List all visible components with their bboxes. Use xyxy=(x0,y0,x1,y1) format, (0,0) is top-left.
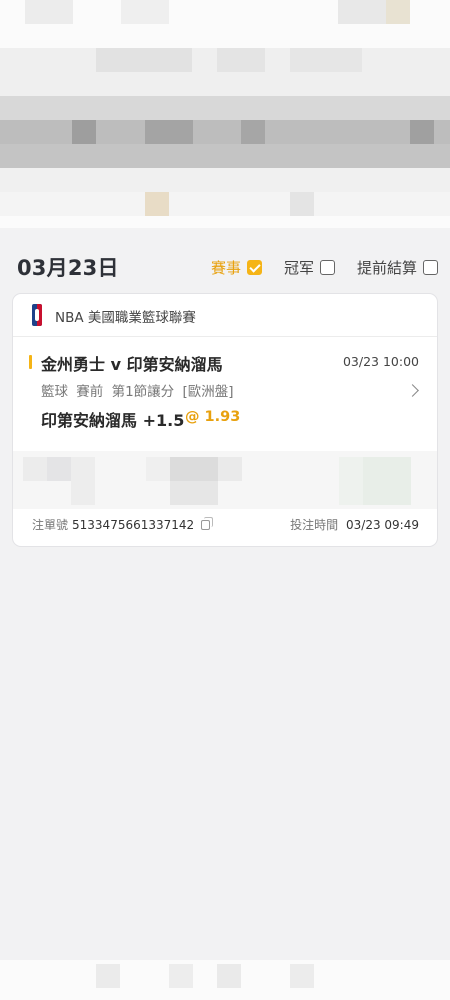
ticket-label: 注單號 xyxy=(32,518,69,532)
filter-group: 賽事 冠军 提前結算 xyxy=(189,257,438,278)
filter-cashout-label: 提前結算 xyxy=(356,259,417,277)
bet-card[interactable]: NBA 美國職業籃球聯賽 金州勇士 v 印第安納溜馬 03/23 10:00 籃… xyxy=(12,293,438,547)
checkbox-icon[interactable] xyxy=(423,260,438,275)
copy-icon[interactable] xyxy=(201,516,214,530)
match-marker xyxy=(29,355,32,369)
date-title: 03月23日 xyxy=(17,256,119,280)
bet-time-row: 投注時間 03/23 09:49 xyxy=(290,516,419,533)
ticket-number-row: 注單號 5133475661337142 xyxy=(32,516,214,533)
redacted-bottom-bar xyxy=(0,960,450,1000)
filter-events-label: 賽事 xyxy=(210,259,241,277)
nba-logo-icon xyxy=(32,304,42,326)
filter-cashout[interactable]: 提前結算 xyxy=(357,257,438,278)
checkbox-checked-icon[interactable] xyxy=(246,260,262,275)
bet-time-label: 投注時間 xyxy=(290,518,339,532)
checkbox-icon[interactable] xyxy=(319,260,335,275)
date-row: 03月23日 賽事 冠军 提前結算 xyxy=(0,246,450,286)
chevron-right-icon[interactable] xyxy=(406,384,419,397)
league-name: NBA 美國職業籃球聯賽 xyxy=(55,310,196,326)
bet-pick: 印第安納溜馬 +1.5 xyxy=(41,411,185,430)
bet-time-value: 03/23 09:49 xyxy=(346,518,419,532)
league-row: NBA 美國職業籃球聯賽 xyxy=(13,294,437,337)
redacted-banner xyxy=(0,0,450,228)
ticket-number: 5133475661337142 xyxy=(72,517,195,532)
filter-events[interactable]: 賽事 xyxy=(211,257,262,278)
redacted-amounts xyxy=(13,451,437,509)
bet-detail: 籃球 賽前 第1節讓分 [歐洲盤] xyxy=(41,384,234,400)
match-time: 03/23 10:00 xyxy=(342,354,419,369)
bet-odds: @ 1.93 xyxy=(185,409,241,425)
filter-champion-label: 冠军 xyxy=(283,259,314,277)
filter-champion[interactable]: 冠军 xyxy=(284,257,335,278)
match-name: 金州勇士 v 印第安納溜馬 xyxy=(41,355,223,374)
